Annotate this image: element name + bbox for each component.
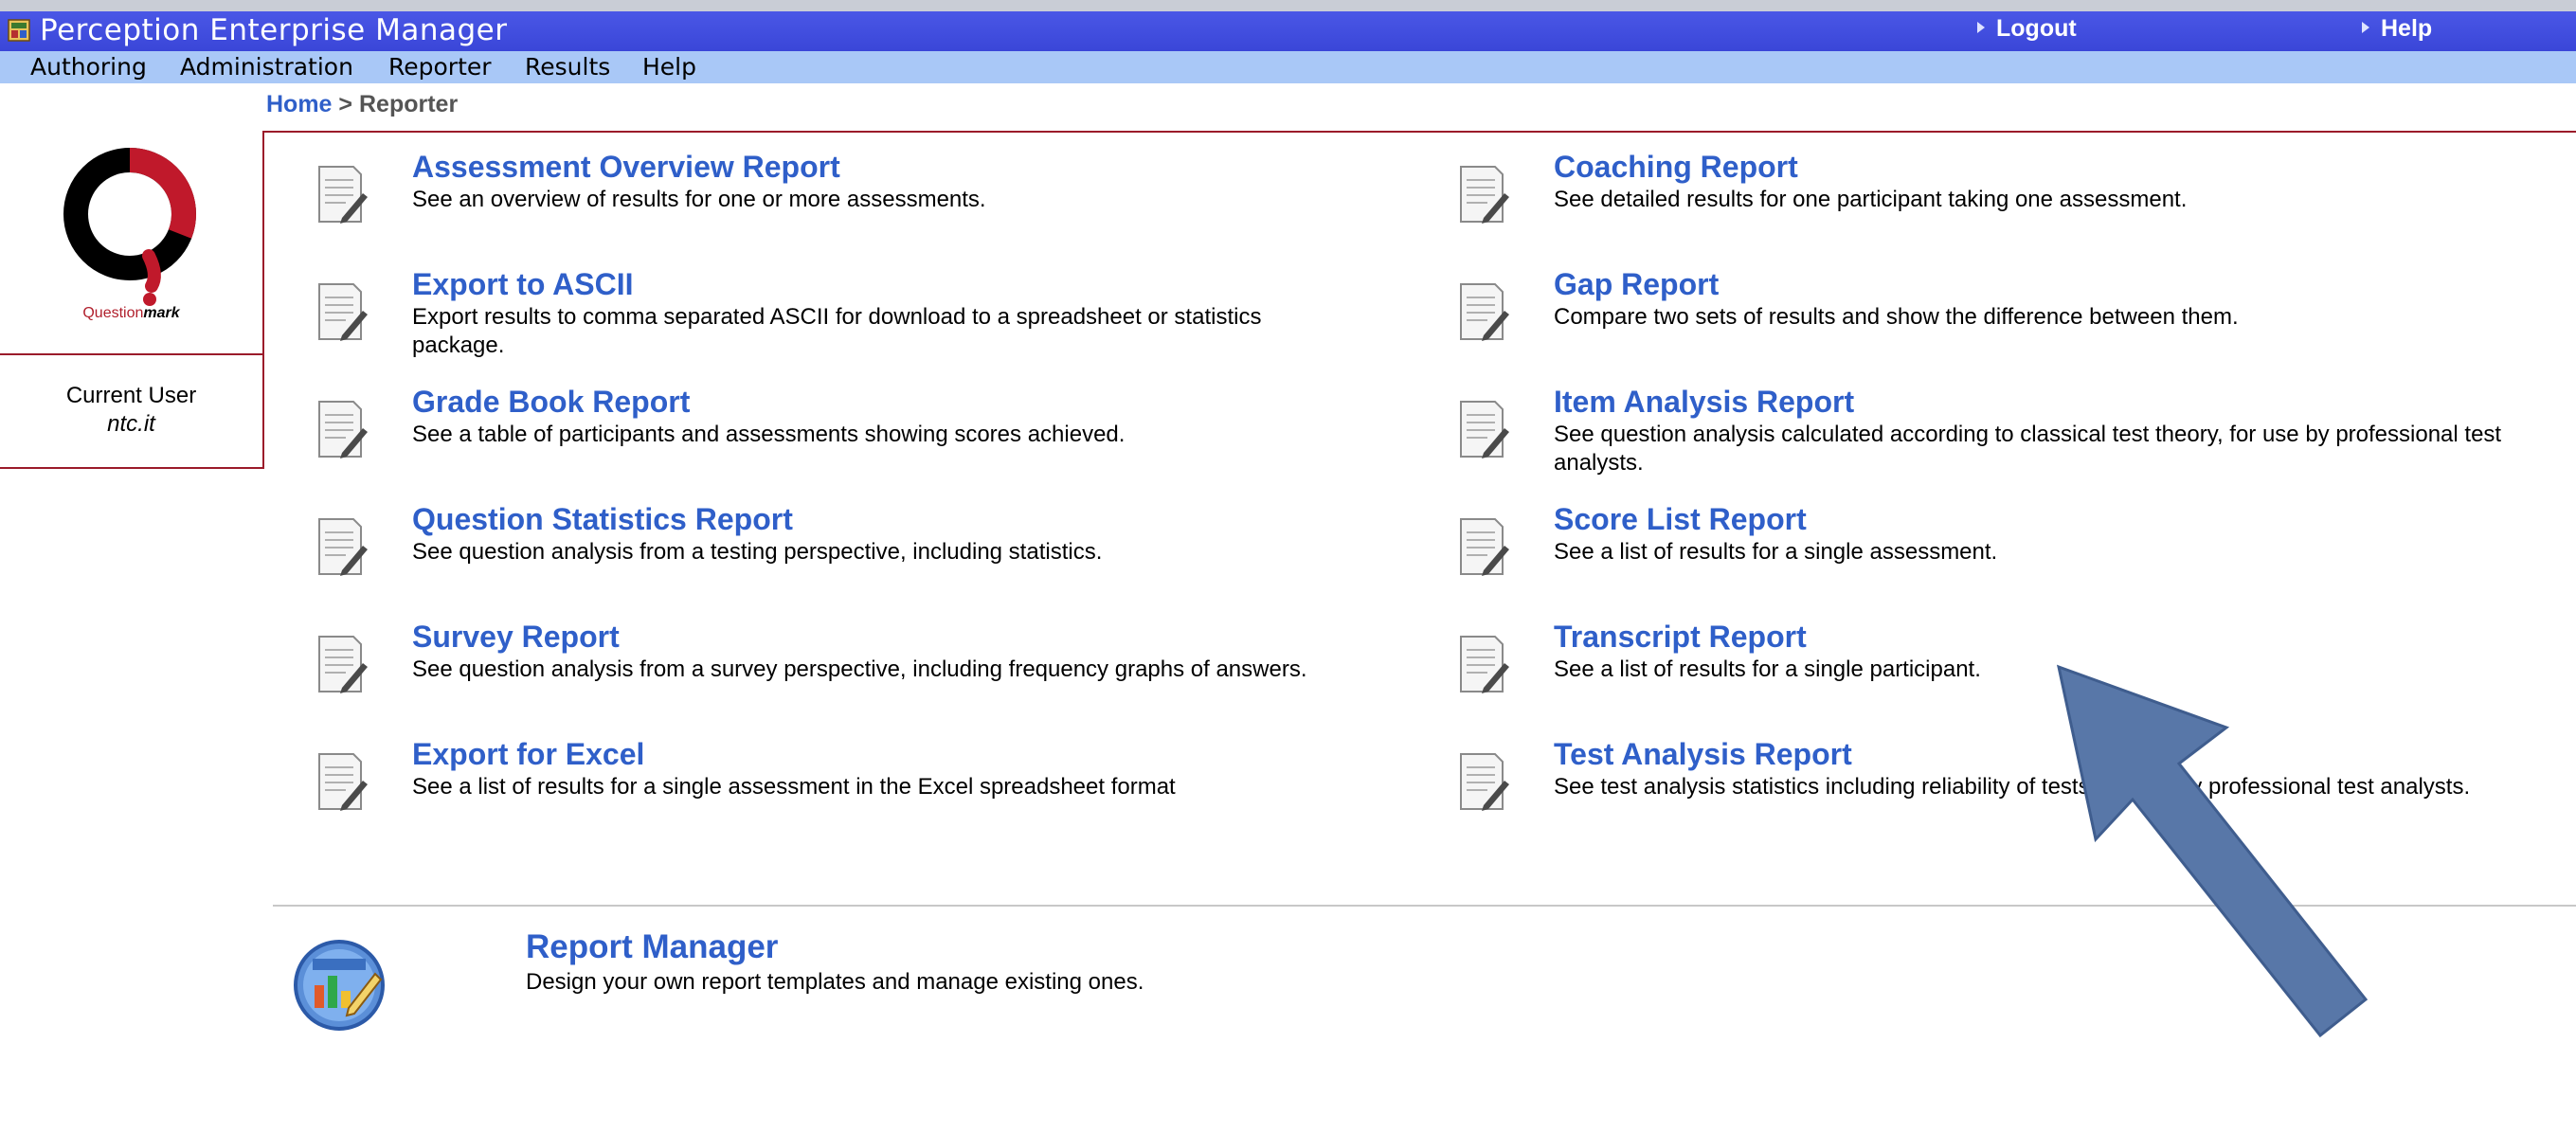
menu-item-results[interactable]: Results <box>525 51 610 83</box>
triangle-right-icon <box>1977 22 1985 33</box>
document-pencil-icon <box>1460 166 1509 224</box>
report-title[interactable]: Assessment Overview Report <box>412 150 840 185</box>
logo-box: Questionmark <box>0 131 262 355</box>
report-title[interactable]: Survey Report <box>412 620 620 655</box>
breadcrumb: Home > Reporter <box>266 91 458 118</box>
current-user-name: ntc.it <box>107 411 155 437</box>
document-pencil-icon <box>1460 401 1509 459</box>
app-window-icon <box>8 19 30 42</box>
screen-top-strip <box>0 0 2576 11</box>
report-description: See question analysis from a survey pers… <box>412 656 1307 682</box>
document-pencil-icon <box>318 166 368 224</box>
report-title[interactable]: Score List Report <box>1554 502 1807 537</box>
title-bar: Perception Enterprise Manager Logout Hel… <box>0 11 2576 51</box>
document-pencil-icon <box>1460 636 1509 693</box>
help-link[interactable]: Help <box>2362 15 2432 43</box>
logout-link[interactable]: Logout <box>1977 15 2077 43</box>
breadcrumb-current: Reporter <box>358 91 459 117</box>
document-pencil-icon <box>1460 753 1509 811</box>
menu-item-authoring[interactable]: Authoring <box>30 51 147 83</box>
report-title[interactable]: Question Statistics Report <box>412 502 793 537</box>
report-title[interactable]: Item Analysis Report <box>1554 385 1854 420</box>
report-title[interactable]: Test Analysis Report <box>1554 737 1852 772</box>
report-description: See a list of results for a single asses… <box>412 774 1176 800</box>
report-description: See a table of participants and assessme… <box>412 422 1126 447</box>
breadcrumb-home[interactable]: Home <box>266 91 332 117</box>
report-title[interactable]: Grade Book Report <box>412 385 690 420</box>
report-description: See test analysis statistics including r… <box>1554 774 2471 800</box>
report-title[interactable]: Gap Report <box>1554 267 1719 302</box>
document-pencil-icon <box>318 283 368 341</box>
report-description: See question analysis calculated accordi… <box>1554 422 2502 476</box>
logo-brand: Question <box>82 305 144 321</box>
report-title[interactable]: Coaching Report <box>1554 150 1798 185</box>
report-description: See a list of results for a single asses… <box>1554 539 1998 565</box>
logout-label: Logout <box>1996 15 2077 42</box>
report-description: See a list of results for a single parti… <box>1554 656 1981 682</box>
document-pencil-icon <box>318 401 368 459</box>
menu-item-reporter[interactable]: Reporter <box>388 51 492 83</box>
breadcrumb-separator: > <box>338 91 353 117</box>
report-title[interactable]: Export for Excel <box>412 737 644 772</box>
logo-mark: mark <box>143 305 180 321</box>
menu-bar: Authoring Administration Reporter Result… <box>0 51 2576 83</box>
document-pencil-icon <box>318 518 368 576</box>
sidebar: Questionmark Current User ntc.it <box>0 131 264 469</box>
report-description: See question analysis from a testing per… <box>412 539 1103 565</box>
report-title[interactable]: Transcript Report <box>1554 620 1807 655</box>
report-description: Compare two sets of results and show the… <box>1554 304 2239 330</box>
report-description: See detailed results for one participant… <box>1554 187 2188 212</box>
help-label: Help <box>2381 15 2433 42</box>
document-pencil-icon <box>1460 283 1509 341</box>
questionmark-logo-icon <box>63 148 196 306</box>
section-divider <box>273 905 2576 907</box>
document-pencil-icon <box>1460 518 1509 576</box>
menu-item-administration[interactable]: Administration <box>180 51 353 83</box>
report-title[interactable]: Export to ASCII <box>412 267 633 302</box>
report-manager-title[interactable]: Report Manager <box>526 928 778 966</box>
report-description: See an overview of results for one or mo… <box>412 187 986 212</box>
chart-edit-icon[interactable] <box>292 938 387 1033</box>
report-description: Export results to comma separated ASCII … <box>412 304 1262 358</box>
triangle-right-icon <box>2362 22 2369 33</box>
app-title: Perception Enterprise Manager <box>40 13 508 47</box>
document-pencil-icon <box>318 636 368 693</box>
menu-item-help[interactable]: Help <box>642 51 696 83</box>
logo-text: Questionmark <box>0 305 262 322</box>
document-pencil-icon <box>318 753 368 811</box>
report-manager-description: Design your own report templates and man… <box>526 969 1144 995</box>
current-user-label: Current User <box>65 383 197 408</box>
